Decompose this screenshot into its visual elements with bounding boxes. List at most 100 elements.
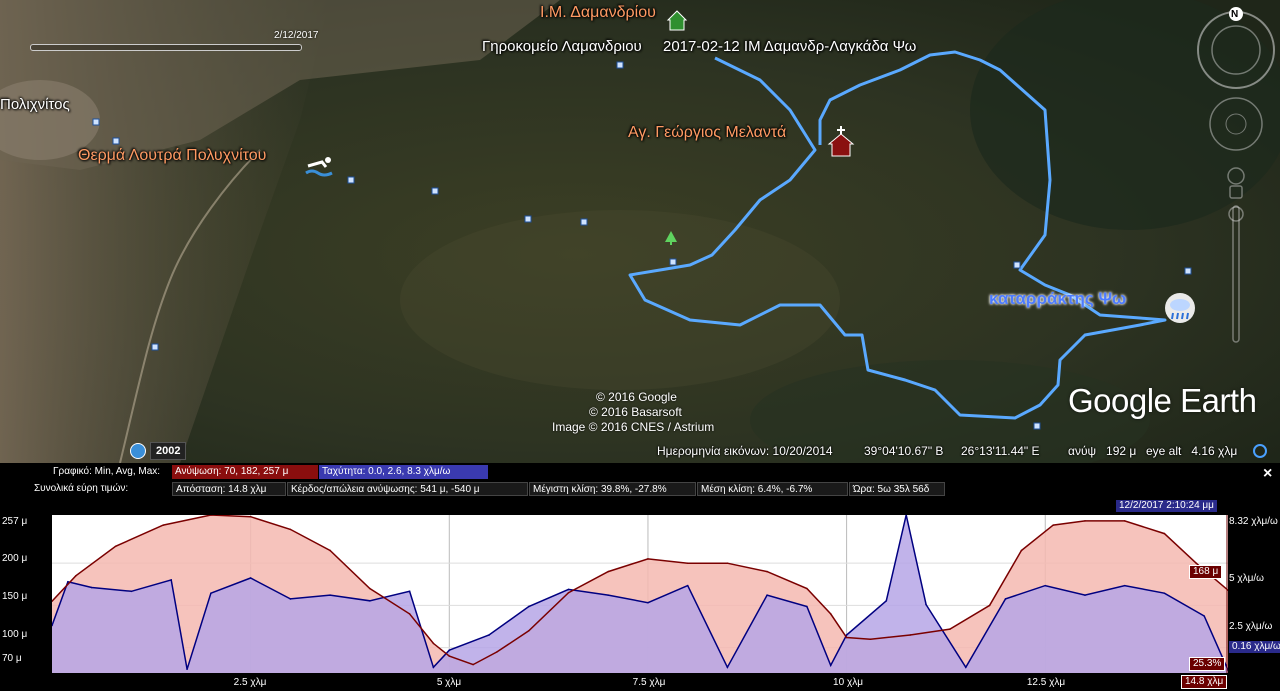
elevation-point (432, 642, 435, 645)
elevation-point (1123, 520, 1126, 522)
elevation-point (1084, 520, 1086, 522)
elevation-readout: ανύψ 192 μ (1068, 444, 1137, 458)
navigation-controls[interactable] (1196, 6, 1276, 346)
speed-point (448, 649, 451, 652)
track-name-label[interactable]: 2017-02-12 ΙΜ Δαμανδρ-Λαγκάδα Ψω (663, 38, 916, 55)
elevation-point (162, 524, 165, 526)
latitude: 39°04'10.67" Β (864, 444, 944, 458)
speed-point (408, 590, 411, 593)
speed-point (1163, 592, 1166, 595)
google-earth-logo: Google Earth (1068, 382, 1257, 419)
elevation-point (686, 562, 689, 564)
placemark-church-label[interactable]: Αγ. Γεώργιος Μελαντά (628, 124, 786, 142)
y-tick-label: 150 μ (2, 591, 28, 602)
elevation-point (869, 638, 872, 641)
x-tick-label: 5 χλμ (436, 677, 462, 688)
placemark-baths-label[interactable]: Θερμά Λουτρά Πολυχνίτου (78, 147, 266, 165)
y-tick-label: 257 μ (2, 516, 28, 527)
elevation-point (289, 528, 292, 531)
elevation-point (845, 636, 848, 639)
monastery-icon[interactable] (666, 8, 688, 32)
elevation-point (829, 613, 832, 615)
y2-tick-label: 8.32 χλμ/ω (1229, 516, 1278, 527)
cursor-distance-tag: 14.8 χλμ (1181, 675, 1228, 689)
speed-point (1203, 615, 1205, 617)
elevation-stat-tab[interactable]: Ανύψωση: 70, 182, 257 μ (172, 465, 318, 479)
speed-point (964, 666, 967, 669)
time-stat: Ώρα: 5ω 35λ 56δ (849, 482, 945, 496)
elevation-point (647, 558, 649, 560)
copyright-imagery: Image © 2016 CNES / Astrium (552, 420, 715, 434)
speed-point (130, 590, 133, 593)
speed-point (845, 634, 848, 636)
elevation-point (114, 545, 117, 548)
placemark-village-label[interactable]: Πολιχνίτος (0, 96, 70, 113)
compass-north-letter: N (1231, 9, 1239, 20)
elevation-point (408, 613, 411, 615)
avg-slope-stat: Μέση κλίση: 6.4%, -6.7% (697, 482, 848, 496)
speed-stat-tab[interactable]: Ταχύτητα: 0.0, 2.6, 8.3 χλμ/ω (319, 465, 488, 479)
elevation-point (1195, 562, 1198, 564)
elevation-point (949, 628, 951, 630)
time-slider-date: 2/12/2017 (274, 30, 319, 41)
time-slider-track[interactable] (30, 44, 302, 51)
cursor-time-tag: 12/2/2017 2:10:24 μμ (1116, 500, 1217, 512)
speed-point (806, 605, 808, 608)
speed-point (567, 588, 570, 591)
speed-point (766, 594, 768, 596)
tree-icon[interactable] (664, 230, 678, 246)
ranges-label: Συνολικά εύρη τιμών: (34, 483, 129, 494)
cursor-speed-tag: 0.16 χλμ/ω (1229, 641, 1280, 653)
elevation-point (806, 587, 808, 590)
speed-point (249, 577, 252, 579)
speed-point (829, 664, 832, 667)
elevation-point (527, 629, 530, 632)
elevation-point (988, 604, 991, 607)
speed-point (527, 605, 530, 608)
speed-point (432, 666, 435, 669)
speed-point (329, 594, 331, 596)
elevation-point (329, 549, 331, 552)
map-view[interactable]: 2/12/2017 Ι.Μ. Δαμανδρίου Γηροκομείο Λαμ… (0, 0, 1280, 463)
y2-tick-label: 5 χλμ/ω (1229, 573, 1264, 584)
elevation-point (472, 663, 474, 666)
time-slider[interactable]: 2/12/2017 (30, 30, 319, 52)
elevation-point (496, 651, 498, 653)
speed-point (1123, 584, 1126, 587)
speed-point (686, 584, 689, 587)
y-tick-label: 100 μ (2, 629, 28, 640)
eye-altitude: eye alt 4.16 χλμ (1146, 444, 1238, 458)
elevation-point (766, 570, 768, 573)
imagery-date: Ημερομηνία εικόνων: 10/20/2014 (657, 444, 833, 458)
elevation-profile-panel: Γραφικό: Min, Avg, Max: Ανύψωση: 70, 182… (0, 463, 1280, 691)
elevation-point (607, 570, 610, 573)
placemark-home-label[interactable]: Γηροκομείο Λαμανδριου (482, 38, 642, 55)
elevation-point (249, 515, 252, 518)
speed-point (607, 594, 610, 596)
elevation-speed-chart[interactable] (52, 515, 1228, 673)
speed-point (1084, 594, 1086, 596)
swimmer-icon[interactable] (304, 154, 336, 178)
speed-point (289, 598, 292, 600)
close-profile-button[interactable]: × (1263, 465, 1272, 483)
speed-point (90, 586, 93, 589)
y-tick-label: 70 μ (2, 653, 22, 664)
speed-point (67, 581, 69, 583)
speed-point (186, 668, 188, 671)
placemark-monastery-label[interactable]: Ι.Μ. Δαμανδρίου (540, 4, 656, 22)
x-tick-label: 10 χλμ (833, 677, 863, 688)
speed-point (210, 592, 212, 595)
gain-loss-stat: Κέρδος/απώλεια ανύψωσης: 541 μ, -540 μ (287, 482, 528, 496)
longitude: 26°13'11.44" Ε (961, 444, 1040, 458)
elevation-point (1052, 524, 1054, 526)
copyright-basarsoft: © 2016 Basarsoft (589, 405, 682, 419)
placemark-waterfall-label[interactable]: καταρράκτης Ψω (989, 289, 1126, 309)
status-bar: Ημερομηνία εικόνων: 10/20/2014 39°04'10.… (0, 440, 1280, 463)
rain-cloud-icon[interactable] (1164, 292, 1196, 324)
speed-point (1044, 584, 1047, 587)
streaming-icon (1253, 444, 1267, 458)
max-slope-stat: Μέγιστη κλίση: 39.8%, -27.8% (529, 482, 696, 496)
elevation-point (726, 562, 729, 564)
elevation-point (909, 634, 911, 636)
church-icon[interactable] (826, 124, 856, 158)
